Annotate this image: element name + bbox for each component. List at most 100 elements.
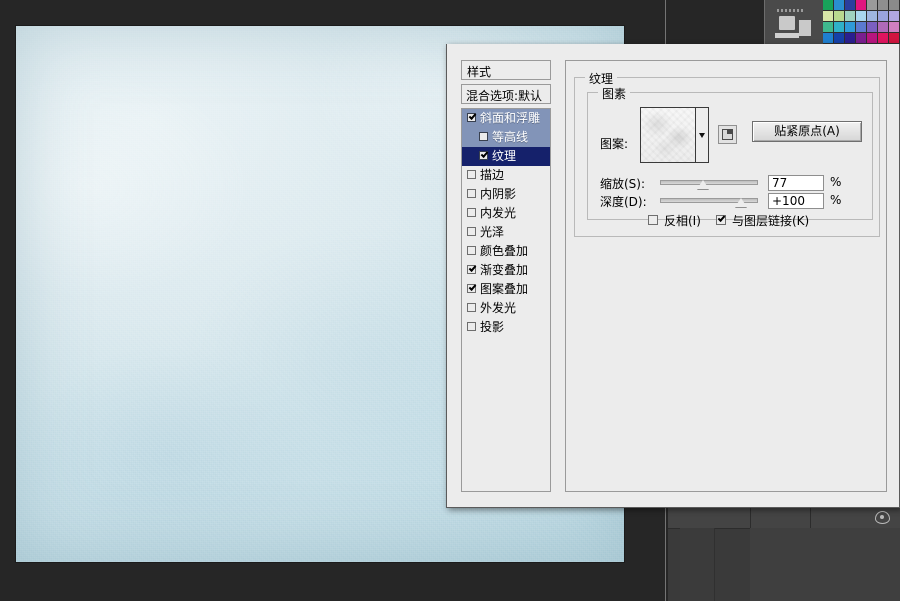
swatch-cell[interactable] <box>823 33 834 44</box>
scale-slider-thumb[interactable] <box>697 180 709 190</box>
pattern-dropdown-button[interactable] <box>696 107 709 163</box>
layers-panel-rail <box>680 528 715 601</box>
pattern-swatch-grain <box>641 108 695 162</box>
invert-checkbox-box[interactable] <box>648 215 658 225</box>
eye-icon[interactable] <box>875 511 890 524</box>
style-item-label: 外发光 <box>480 299 516 318</box>
swatch-cell[interactable] <box>878 33 889 44</box>
style-item-checkbox[interactable] <box>467 208 476 217</box>
pattern-swatch-preview[interactable] <box>640 107 696 163</box>
depth-slider[interactable] <box>660 198 758 203</box>
pattern-group: 图素 图案: 贴紧原点(A) 缩放(S): <box>587 92 873 220</box>
style-item-checkbox[interactable] <box>467 284 476 293</box>
swatch-cell[interactable] <box>889 33 900 44</box>
depth-row: 深度(D): +100 % <box>600 193 862 209</box>
swatch-cell[interactable] <box>889 22 900 33</box>
style-list-item[interactable]: 内发光 <box>462 204 550 223</box>
blending-options-item[interactable]: 混合选项:默认 <box>461 84 551 104</box>
swatch-cell[interactable] <box>867 22 878 33</box>
swatch-cell[interactable] <box>867 11 878 22</box>
pattern-label: 图案: <box>600 135 628 152</box>
link-with-layer-checkbox-box[interactable] <box>716 215 726 225</box>
swatch-cell[interactable] <box>834 33 845 44</box>
style-item-label: 投影 <box>480 318 504 337</box>
swatch-cell[interactable] <box>845 11 856 22</box>
style-list-item[interactable]: 光泽 <box>462 223 550 242</box>
styles-effect-list[interactable]: 斜面和浮雕等高线纹理描边内阴影内发光光泽颜色叠加渐变叠加图案叠加外发光投影 <box>461 108 551 492</box>
style-item-checkbox[interactable] <box>467 189 476 198</box>
layers-panel[interactable] <box>668 506 900 601</box>
scale-label: 缩放(S): <box>600 175 645 192</box>
swatch-cell[interactable] <box>867 0 878 11</box>
style-item-checkbox[interactable] <box>467 322 476 331</box>
layer-style-dialog: 样式 混合选项:默认 斜面和浮雕等高线纹理描边内阴影内发光光泽颜色叠加渐变叠加图… <box>446 44 900 508</box>
swatch-cell[interactable] <box>856 11 867 22</box>
swatch-cell[interactable] <box>834 0 845 11</box>
style-item-checkbox[interactable] <box>467 246 476 255</box>
swatch-cell[interactable] <box>889 0 900 11</box>
style-list-item[interactable]: 内阴影 <box>462 185 550 204</box>
style-item-label: 光泽 <box>480 223 504 242</box>
style-list-item[interactable]: 斜面和浮雕 <box>462 109 550 128</box>
depth-slider-thumb[interactable] <box>735 198 747 208</box>
new-pattern-icon <box>722 129 733 140</box>
scale-slider[interactable] <box>660 180 758 185</box>
layers-panel-header <box>668 506 900 529</box>
chevron-down-icon <box>699 133 705 138</box>
style-item-label: 等高线 <box>492 128 528 147</box>
style-list-item[interactable]: 外发光 <box>462 299 550 318</box>
style-list-item[interactable]: 等高线 <box>462 128 550 147</box>
style-list-item[interactable]: 描边 <box>462 166 550 185</box>
swatch-cell[interactable] <box>823 22 834 33</box>
tool-options-strip[interactable] <box>765 0 823 45</box>
layers-header-seg-2 <box>750 506 811 528</box>
layers-header-seg-1 <box>668 506 751 528</box>
swatch-cell[interactable] <box>867 33 878 44</box>
snap-to-origin-label: 贴紧原点(A) <box>774 124 840 138</box>
style-item-checkbox[interactable] <box>479 151 488 160</box>
style-list-item[interactable]: 图案叠加 <box>462 280 550 299</box>
style-item-checkbox[interactable] <box>467 265 476 274</box>
style-list-item[interactable]: 渐变叠加 <box>462 261 550 280</box>
style-item-label: 斜面和浮雕 <box>480 109 540 128</box>
snap-to-origin-button[interactable]: 贴紧原点(A) <box>752 121 862 142</box>
style-item-label: 纹理 <box>492 147 516 166</box>
swatch-cell[interactable] <box>878 11 889 22</box>
swatch-cell[interactable] <box>845 22 856 33</box>
swatch-cell[interactable] <box>856 22 867 33</box>
style-item-label: 渐变叠加 <box>480 261 528 280</box>
swatches-panel[interactable] <box>823 0 900 45</box>
style-item-checkbox[interactable] <box>479 132 488 141</box>
swatch-cell[interactable] <box>845 33 856 44</box>
styles-header-label: 样式 <box>467 63 491 80</box>
scale-unit: % <box>830 175 841 189</box>
style-item-checkbox[interactable] <box>467 170 476 179</box>
preset-bar-icon <box>775 33 799 38</box>
scale-input[interactable]: 77 <box>768 175 824 191</box>
style-item-checkbox[interactable] <box>467 303 476 312</box>
style-list-item[interactable]: 颜色叠加 <box>462 242 550 261</box>
swatch-cell[interactable] <box>834 22 845 33</box>
depth-input[interactable]: +100 <box>768 193 824 209</box>
swatch-cell[interactable] <box>834 11 845 22</box>
style-item-label: 描边 <box>480 166 504 185</box>
swatch-cell[interactable] <box>856 0 867 11</box>
style-list-item[interactable]: 投影 <box>462 318 550 337</box>
swatch-cell[interactable] <box>878 22 889 33</box>
swatch-cell[interactable] <box>845 0 856 11</box>
swatch-cell[interactable] <box>889 11 900 22</box>
layers-panel-body[interactable] <box>750 528 900 601</box>
swatch-cell[interactable] <box>823 0 834 11</box>
scale-row: 缩放(S): 77 % <box>600 175 862 191</box>
style-item-checkbox[interactable] <box>467 227 476 236</box>
panel-grip-icon[interactable] <box>777 9 803 12</box>
style-item-label: 内发光 <box>480 204 516 223</box>
style-list-item[interactable]: 纹理 <box>462 147 550 166</box>
new-pattern-button[interactable] <box>718 125 737 144</box>
swatch-cell[interactable] <box>878 0 889 11</box>
swatch-cell[interactable] <box>823 11 834 22</box>
pattern-group-legend: 图素 <box>598 85 630 102</box>
styles-header: 样式 <box>461 60 551 80</box>
swatch-cell[interactable] <box>856 33 867 44</box>
style-item-checkbox[interactable] <box>467 113 476 122</box>
